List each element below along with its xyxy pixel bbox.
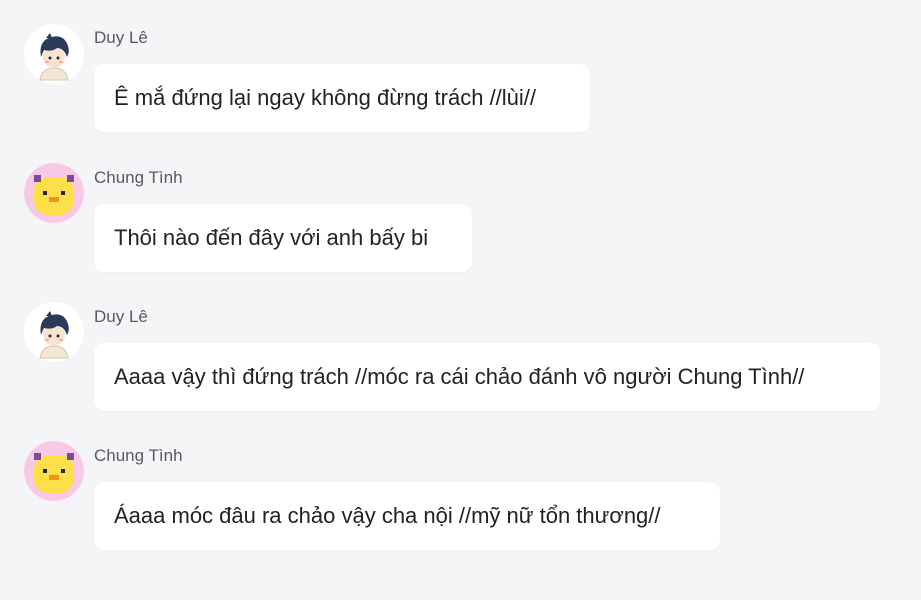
message-bubble[interactable]: Thôi nào đến đây với anh bấy bi [94, 204, 472, 272]
sender-name: Duy Lê [94, 307, 148, 326]
message-bubble[interactable]: Aaaa vậy thì đứng trách //móc ra cái chả… [94, 343, 880, 411]
message-bubble[interactable]: Áaaa móc đâu ra chảo vậy cha nội //mỹ nữ… [94, 482, 720, 550]
duck-avatar-icon[interactable] [24, 441, 84, 501]
message-text: Aaaa vậy thì đứng trách //móc ra cái chả… [114, 364, 805, 389]
sender-name: Chung Tình [94, 446, 183, 465]
duck-avatar-icon[interactable] [24, 163, 84, 223]
chat-window: Duy Lê Ê mắ đứng lại ngay không đừng trá… [0, 0, 921, 600]
boy-avatar-icon[interactable] [24, 24, 84, 84]
message-text: Áaaa móc đâu ra chảo vậy cha nội //mỹ nữ… [114, 503, 661, 528]
message-text: Ê mắ đứng lại ngay không đừng trách //lù… [114, 85, 537, 110]
sender-name: Chung Tình [94, 168, 183, 187]
sender-name: Duy Lê [94, 28, 148, 47]
message-bubble[interactable]: Ê mắ đứng lại ngay không đừng trách //lù… [94, 64, 590, 132]
message-text: Thôi nào đến đây với anh bấy bi [114, 225, 429, 250]
boy-avatar-icon[interactable] [24, 302, 84, 362]
